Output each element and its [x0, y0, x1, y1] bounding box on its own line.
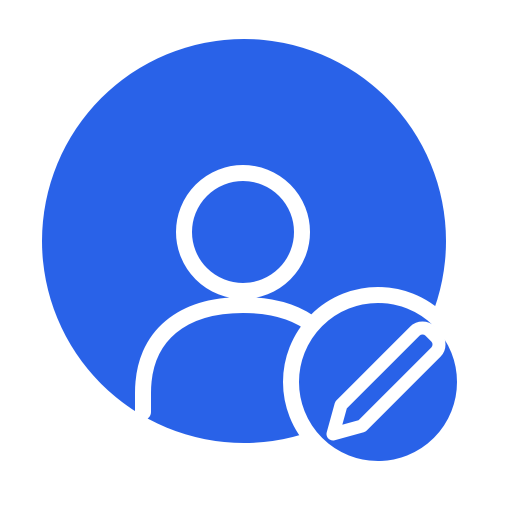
edit-badge-icon: [283, 287, 473, 477]
edit-user-profile-icon-canvas: [0, 0, 512, 512]
edit-user-profile-icon: [42, 39, 473, 477]
user-head-icon: [176, 165, 310, 299]
